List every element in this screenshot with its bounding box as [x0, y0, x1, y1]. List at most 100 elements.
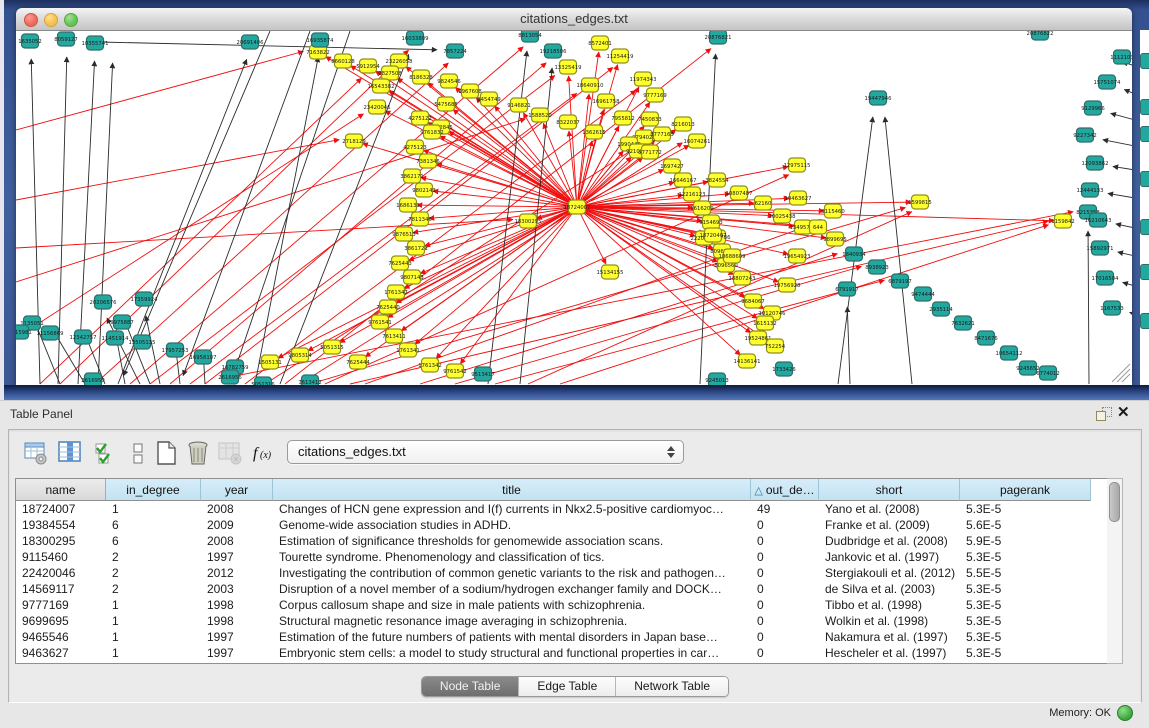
new-document-icon[interactable]: [153, 440, 179, 466]
table-row[interactable]: 946362711997Embryonic stem cells: a mode…: [16, 645, 1108, 661]
table-row[interactable]: 946554611997Estimation of the future num…: [16, 629, 1108, 645]
graph-node-yellow[interactable]: 9777169: [643, 88, 667, 102]
network-canvas[interactable]: 1872400771638228660128591295423226058982…: [16, 31, 1132, 385]
graph-node-yellow[interactable]: 9899695: [823, 232, 847, 246]
graph-node-yellow[interactable]: 11974343: [630, 72, 657, 86]
graph-node-teal[interactable]: 15751074: [1094, 75, 1122, 89]
graph-node-yellow[interactable]: 1686133: [396, 198, 420, 212]
graph-node-teal[interactable]: 7632621: [951, 316, 975, 330]
cell[interactable]: 22420046: [16, 565, 106, 581]
graph-node-yellow[interactable]: 18807243: [729, 271, 756, 285]
graph-node-yellow[interactable]: 15134155: [597, 265, 624, 279]
graph-node-teal[interactable]: 2616956: [218, 370, 242, 384]
cell[interactable]: 5.3E-5: [960, 581, 1091, 597]
graph-node-teal[interactable]: 8059127: [54, 32, 78, 46]
column-header-pagerank[interactable]: pagerank: [960, 479, 1091, 501]
graph-node-yellow[interactable]: 1615132: [753, 316, 777, 330]
cell[interactable]: 5.3E-5: [960, 629, 1091, 645]
cell[interactable]: 18300295: [16, 533, 106, 549]
cell[interactable]: Estimation of significance thresholds fo…: [273, 533, 751, 549]
node-table[interactable]: namein_degreeyeartitle△out_de…shortpager…: [15, 478, 1109, 664]
graph-node-yellow[interactable]: 7625440: [376, 300, 400, 314]
cell[interactable]: 0: [751, 629, 819, 645]
graph-node-teal[interactable]: 2616950: [81, 373, 105, 385]
cell[interactable]: Franke et al. (2009): [819, 517, 960, 533]
graph-node-teal[interactable]: 9227342: [1073, 128, 1097, 142]
memory-status-dot[interactable]: [1117, 705, 1133, 721]
cell[interactable]: 0: [751, 597, 819, 613]
cell[interactable]: 2012: [201, 565, 273, 581]
cell[interactable]: 5.3E-5: [960, 597, 1091, 613]
graph-node-yellow[interactable]: 9761541: [368, 315, 392, 329]
graph-node-yellow[interactable]: 1761347: [384, 285, 408, 299]
graph-node-yellow[interactable]: 1761342: [418, 358, 442, 372]
graph-node-yellow[interactable]: 3824554: [705, 173, 729, 187]
graph-node-yellow[interactable]: 9827508: [378, 66, 402, 80]
select-columns-icon[interactable]: [93, 440, 119, 466]
scrollbar-thumb[interactable]: [1109, 482, 1120, 522]
cell[interactable]: 0: [751, 581, 819, 597]
graph-node-yellow[interactable]: 3861721: [404, 241, 428, 255]
cell[interactable]: 1: [106, 613, 201, 629]
graph-node-yellow[interactable]: 1588520: [528, 108, 552, 122]
cell[interactable]: 0: [751, 549, 819, 565]
cell[interactable]: de Silva et al. (2003): [819, 581, 960, 597]
cell[interactable]: 1: [106, 629, 201, 645]
graph-node-teal[interactable]: 7613412: [298, 375, 322, 385]
graph-node-teal[interactable]: 1167533: [1100, 301, 1124, 315]
cell[interactable]: Dudbridge et al. (2008): [819, 533, 960, 549]
graph-node-teal[interactable]: 9975887: [110, 315, 134, 329]
graph-node-yellow[interactable]: 7381346: [416, 154, 440, 168]
graph-node-yellow[interactable]: 8777163: [650, 127, 674, 141]
graph-node-yellow[interactable]: 2718129: [342, 134, 366, 148]
cell[interactable]: 1998: [201, 613, 273, 629]
cell[interactable]: 0: [751, 645, 819, 661]
graph-node-yellow[interactable]: 9876513: [392, 227, 416, 241]
graph-node-yellow[interactable]: 8771772: [638, 145, 662, 159]
cell[interactable]: 9465546: [16, 629, 106, 645]
cell[interactable]: Structural magnetic resonance image aver…: [273, 613, 751, 629]
graph-node-yellow[interactable]: 9761542: [443, 364, 467, 378]
graph-node-yellow[interactable]: 9824546: [437, 74, 461, 88]
graph-node-teal[interactable]: 8813054: [518, 31, 542, 42]
window-resize-grip[interactable]: [1112, 364, 1130, 382]
cell[interactable]: 2: [106, 581, 201, 597]
graph-node-yellow[interactable]: 8454749: [477, 92, 501, 106]
graph-node-yellow[interactable]: 9761832: [420, 125, 444, 139]
graph-node-yellow[interactable]: 7625444: [346, 355, 370, 369]
graph-node-yellow[interactable]: 7450833: [638, 112, 662, 126]
cell[interactable]: 19384554: [16, 517, 106, 533]
cell[interactable]: 14569117: [16, 581, 106, 597]
graph-node-teal[interactable]: 6879197: [888, 274, 912, 288]
cell[interactable]: 0: [751, 565, 819, 581]
graph-node-yellow[interactable]: 13325419: [555, 60, 582, 74]
cell[interactable]: 0: [751, 517, 819, 533]
graph-node-teal[interactable]: 1840934: [842, 247, 866, 261]
column-header-title[interactable]: title: [273, 479, 751, 501]
graph-node-teal[interactable]: 1733426: [772, 362, 796, 376]
graph-node-teal[interactable]: 9513417: [471, 367, 495, 381]
column-header-name[interactable]: name: [16, 479, 106, 501]
column-header-year[interactable]: year: [201, 479, 273, 501]
cell[interactable]: Tibbo et al. (1998): [819, 597, 960, 613]
window-titlebar[interactable]: citations_edges.txt: [16, 8, 1132, 31]
cell[interactable]: 0: [751, 613, 819, 629]
graph-node-yellow[interactable]: 4275123: [403, 140, 427, 154]
graph-node-yellow[interactable]: 12216123: [679, 187, 706, 201]
cell[interactable]: 1997: [201, 629, 273, 645]
graph-node-teal[interactable]: 12342757: [70, 330, 97, 344]
graph-node-yellow[interactable]: 4275122: [408, 111, 432, 125]
cell[interactable]: 5.3E-5: [960, 501, 1091, 517]
graph-node-yellow[interactable]: 8216013: [671, 117, 695, 131]
graph-node-yellow[interactable]: 1159842: [1051, 214, 1075, 228]
cell[interactable]: 5.3E-5: [960, 645, 1091, 661]
graph-node-yellow[interactable]: 2967608: [458, 84, 482, 98]
cell[interactable]: Estimation of the future numbers of pati…: [273, 629, 751, 645]
graph-node-teal[interactable]: 7857224: [443, 44, 467, 58]
table-row[interactable]: 1872400712008Changes of HCN gene express…: [16, 501, 1108, 517]
graph-node-teal[interactable]: 16958107: [190, 350, 217, 364]
cell[interactable]: Stergiakouli et al. (2012): [819, 565, 960, 581]
graph-node-teal[interactable]: 5051316: [251, 377, 275, 385]
graph-node-yellow[interactable]: 9154693: [699, 215, 723, 229]
cell[interactable]: 2008: [201, 533, 273, 549]
